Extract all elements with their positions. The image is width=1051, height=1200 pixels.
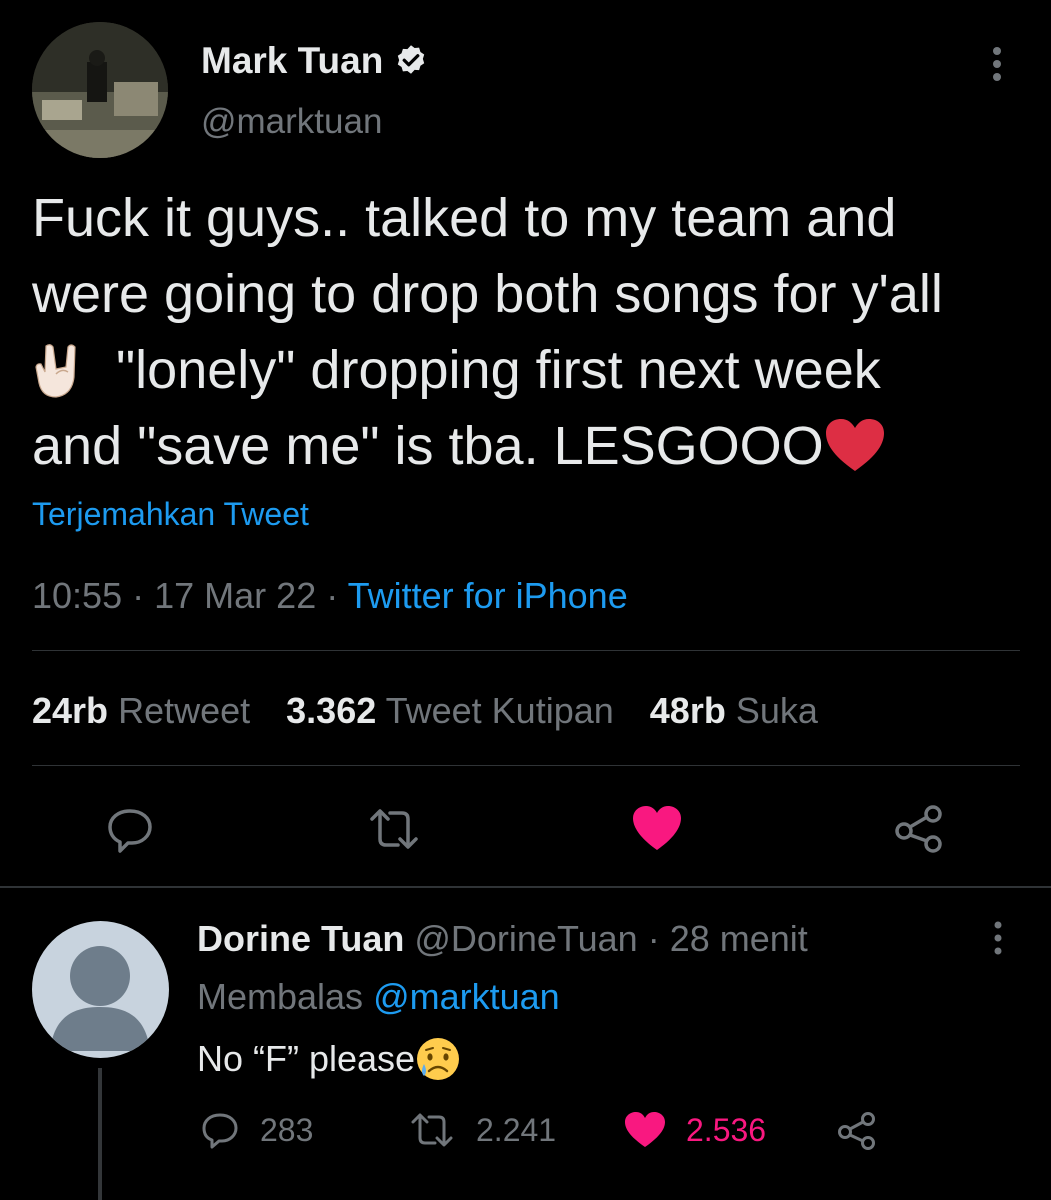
- author-name[interactable]: Mark Tuan: [201, 40, 383, 82]
- reply-replies-count: 283: [260, 1111, 314, 1148]
- reply-time[interactable]: 28 menit: [670, 918, 808, 959]
- replying-to-mention[interactable]: @marktuan: [373, 976, 560, 1017]
- tweet-text-line-content: "lonely" dropping first next week: [116, 340, 881, 400]
- tweet-text-line-content: and "save me" is tba. LESGOOO: [32, 416, 824, 476]
- replying-to: Membalas @marktuan: [197, 976, 560, 1018]
- translate-tweet-link[interactable]: Terjemahkan Tweet: [32, 496, 309, 533]
- like-icon[interactable]: [631, 803, 683, 855]
- likes-label: Suka: [735, 690, 818, 731]
- tweet-text-line-with-emoji: "lonely" dropping first next week: [32, 332, 1032, 408]
- divider: [32, 650, 1020, 651]
- reply-icon[interactable]: [104, 803, 156, 855]
- like-icon: [625, 1112, 665, 1147]
- rock-hand-emoji: [35, 344, 76, 398]
- likes-count: 48rb: [649, 690, 726, 731]
- author-avatar[interactable]: [32, 22, 168, 158]
- default-avatar-icon: [50, 946, 150, 1051]
- tweet-text-line-with-emoji: and "save me" is tba. LESGOOO: [32, 408, 1032, 484]
- tweet-source-link[interactable]: Twitter for iPhone: [348, 575, 628, 616]
- reply-header: Dorine Tuan @DorineTuan · 28 menit: [197, 918, 808, 960]
- section-divider: [0, 886, 1051, 888]
- more-icon[interactable]: [982, 45, 1012, 85]
- retweet-icon: [411, 1113, 453, 1147]
- reply-avatar[interactable]: [32, 921, 169, 1058]
- tweet-date[interactable]: 17 Mar 22: [154, 575, 316, 616]
- reply-likes-action[interactable]: 2.536: [624, 1110, 766, 1150]
- reply-text: No “F” please: [197, 1036, 461, 1082]
- retweets-stat[interactable]: 24rb Retweet: [32, 690, 250, 731]
- retweets-count: 24rb: [32, 690, 109, 731]
- thread-line: [98, 1068, 102, 1200]
- tweet-stats: 24rb Retweet 3.362 Tweet Kutipan 48rb Su…: [32, 690, 818, 732]
- reply-author-handle[interactable]: @DorineTuan: [414, 918, 637, 959]
- more-icon[interactable]: [984, 920, 1012, 956]
- replying-to-label: Membalas: [197, 976, 364, 1017]
- tweet-meta: 10:55 · 17 Mar 22 · Twitter for iPhone: [32, 575, 628, 617]
- quotes-label: Tweet Kutipan: [385, 690, 614, 731]
- sad-face-emoji: [417, 1038, 460, 1080]
- reply-likes-count: 2.536: [686, 1111, 767, 1148]
- meta-separator: ·: [647, 918, 660, 959]
- tweet-text-line: Fuck it guys.. talked to my team and: [32, 188, 897, 248]
- share-icon[interactable]: [893, 803, 945, 855]
- reply-replies-action[interactable]: 283: [200, 1110, 313, 1150]
- meta-separator: ·: [326, 575, 339, 616]
- likes-stat[interactable]: 48rb Suka: [650, 690, 818, 731]
- reply-text-content: No “F” please: [197, 1038, 416, 1079]
- reply-retweets-action[interactable]: 2.241: [410, 1110, 556, 1150]
- reply-author-name[interactable]: Dorine Tuan: [197, 918, 404, 959]
- reply-retweets-count: 2.241: [476, 1111, 557, 1148]
- avatar-photo: [32, 22, 168, 158]
- share-icon: [838, 1112, 875, 1150]
- retweet-icon[interactable]: [368, 803, 420, 855]
- heart-emoji: [825, 419, 884, 471]
- tweet-time[interactable]: 10:55: [32, 575, 122, 616]
- quotes-stat[interactable]: 3.362 Tweet Kutipan: [286, 690, 614, 731]
- reply-share-action[interactable]: [836, 1110, 878, 1150]
- verified-badge-icon: [398, 45, 425, 74]
- tweet-text-line: were going to drop both songs for y'all: [32, 264, 943, 324]
- retweets-label: Retweet: [118, 690, 251, 731]
- author-handle[interactable]: @marktuan: [201, 102, 382, 142]
- divider: [32, 765, 1020, 766]
- meta-separator: ·: [132, 575, 145, 616]
- reply-icon: [202, 1113, 238, 1149]
- tweet-text: Fuck it guys.. talked to my team and wer…: [32, 180, 1032, 484]
- quotes-count: 3.362: [286, 690, 377, 731]
- author-name-row[interactable]: Mark Tuan: [201, 40, 429, 82]
